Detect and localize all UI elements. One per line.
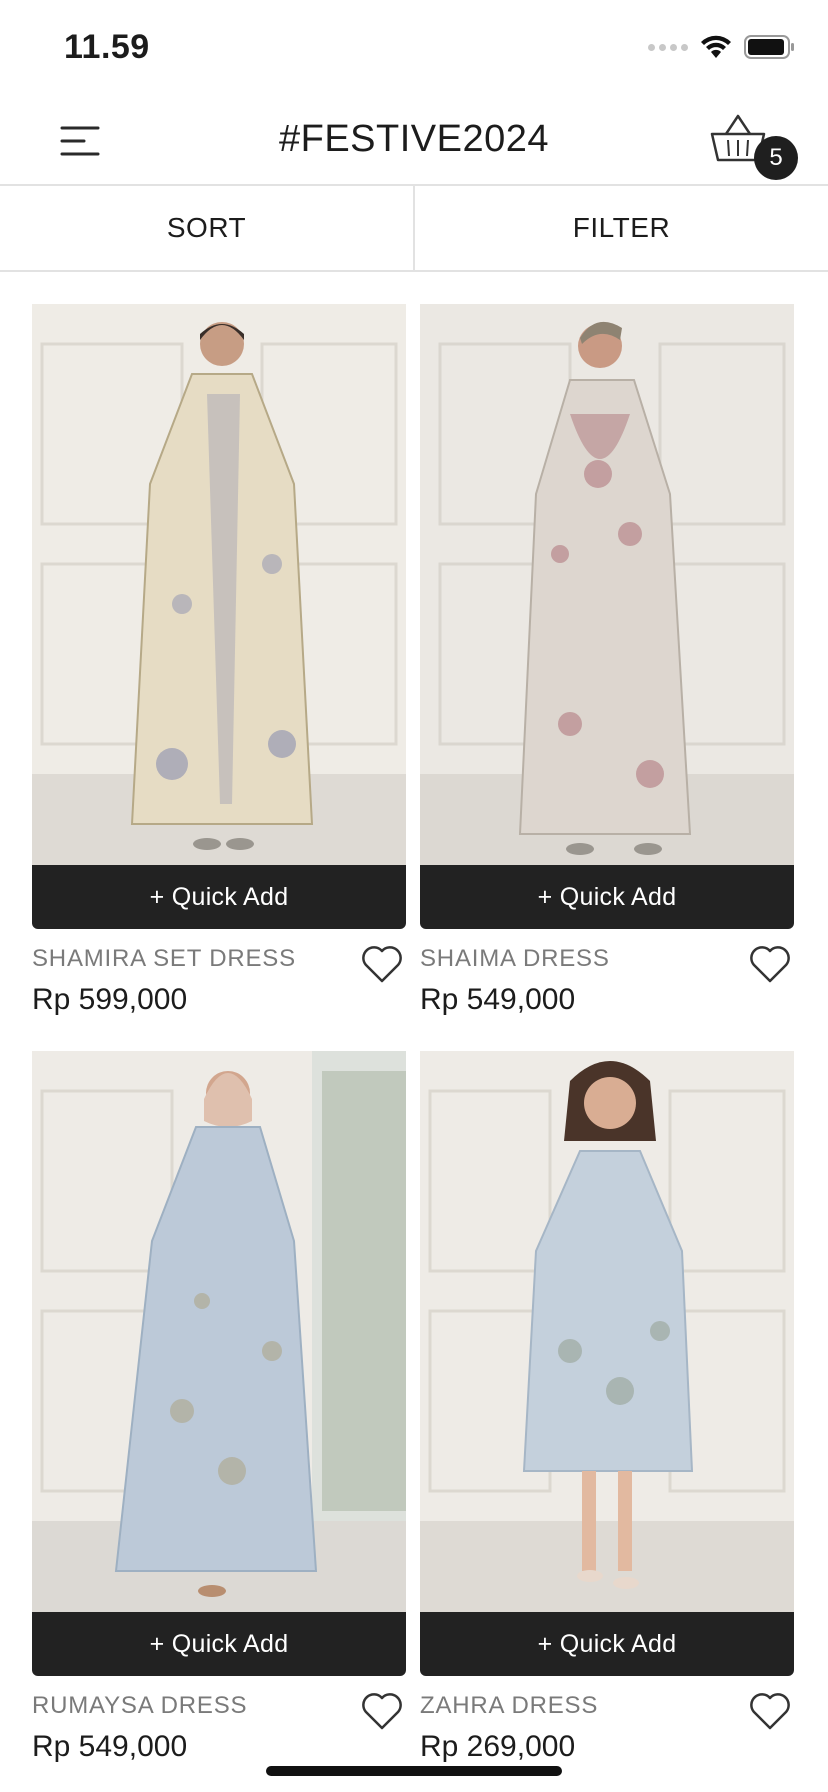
top-nav-bar: #FESTIVE2024 5 <box>0 96 828 186</box>
heart-icon[interactable] <box>748 1690 792 1732</box>
product-grid: + Quick Add SHAMIRA SET DRESS Rp 599,000 <box>32 304 796 1768</box>
product-name[interactable]: SHAMIRA SET DRESS <box>32 945 296 973</box>
product-image[interactable] <box>420 1051 794 1612</box>
product-price: Rp 599,000 <box>32 983 188 1016</box>
product-price: Rp 549,000 <box>420 983 576 1016</box>
quick-add-button[interactable]: + Quick Add <box>32 1612 406 1676</box>
heart-icon[interactable] <box>748 943 792 985</box>
product-image[interactable] <box>32 1051 406 1612</box>
quick-add-button[interactable]: + Quick Add <box>32 865 406 929</box>
product-info: SHAIMA DRESS Rp 549,000 <box>420 929 794 1021</box>
cart-count-badge: 5 <box>754 136 798 180</box>
product-price: Rp 549,000 <box>32 1730 188 1763</box>
cart-button[interactable]: 5 <box>708 106 798 186</box>
product-info: SHAMIRA SET DRESS Rp 599,000 <box>32 929 406 1021</box>
battery-icon <box>744 35 794 59</box>
product-price: Rp 269,000 <box>420 1730 576 1763</box>
product-card[interactable]: + Quick Add RUMAYSA DRESS Rp 549,000 <box>32 1051 406 1768</box>
product-image[interactable] <box>32 304 406 865</box>
quick-add-button[interactable]: + Quick Add <box>420 865 794 929</box>
status-icons <box>648 34 796 60</box>
sort-filter-bar: SORT FILTER <box>0 186 828 272</box>
sort-button[interactable]: SORT <box>0 186 415 270</box>
product-name[interactable]: ZAHRA DRESS <box>420 1692 598 1720</box>
filter-button[interactable]: FILTER <box>415 186 828 270</box>
product-info: ZAHRA DRESS Rp 269,000 <box>420 1676 794 1768</box>
status-bar: 11.59 <box>0 0 828 96</box>
product-name[interactable]: RUMAYSA DRESS <box>32 1692 247 1720</box>
status-time: 11.59 <box>64 28 150 66</box>
wifi-icon <box>701 35 731 58</box>
product-image[interactable] <box>420 304 794 865</box>
heart-icon[interactable] <box>360 1690 404 1732</box>
product-card[interactable]: + Quick Add SHAMIRA SET DRESS Rp 599,000 <box>32 304 406 1021</box>
product-card[interactable]: + Quick Add ZAHRA DRESS Rp 269,000 <box>420 1051 794 1768</box>
home-indicator[interactable] <box>266 1766 562 1776</box>
heart-icon[interactable] <box>360 943 404 985</box>
product-name[interactable]: SHAIMA DRESS <box>420 945 610 973</box>
page-title: #FESTIVE2024 <box>278 118 550 160</box>
product-info: RUMAYSA DRESS Rp 549,000 <box>32 1676 406 1768</box>
quick-add-button[interactable]: + Quick Add <box>420 1612 794 1676</box>
product-card[interactable]: + Quick Add SHAIMA DRESS Rp 549,000 <box>420 304 794 1021</box>
cellular-signal-icon <box>648 43 688 51</box>
